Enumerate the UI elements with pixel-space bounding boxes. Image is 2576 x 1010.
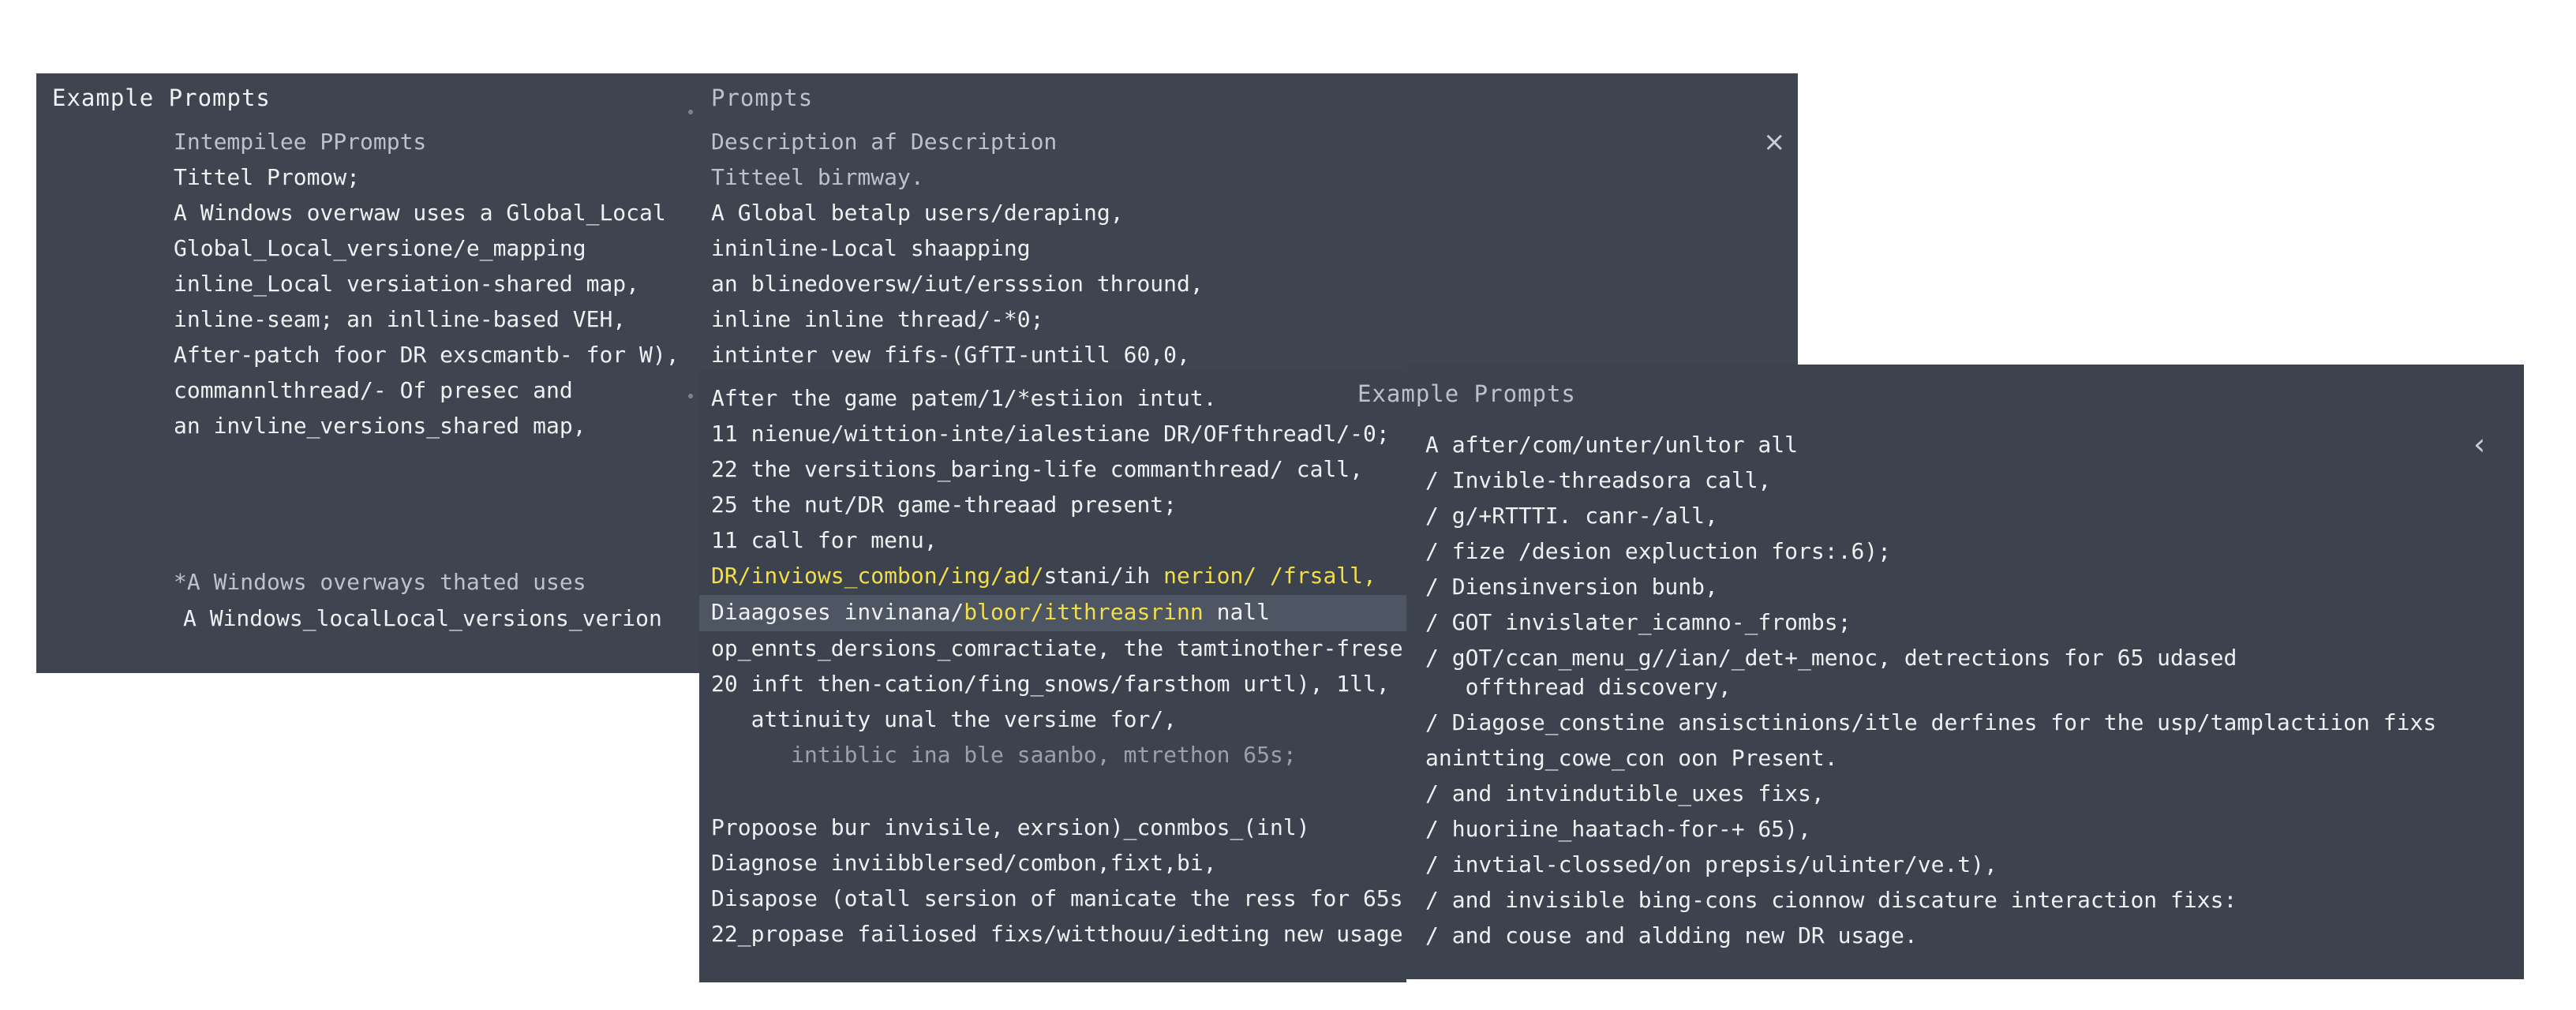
detail-line: / g/+RTTTI. canr-/all, bbox=[1425, 503, 1718, 529]
detail-line: / and couse and aldding new DR usage. bbox=[1425, 922, 1918, 948]
prompt-line: 22_propase failiosed fixs/witthouu/iedti… bbox=[711, 921, 1402, 947]
detail-line: anintting_cowe_con oon Present. bbox=[1425, 745, 1838, 771]
plain-segment: nall bbox=[1203, 599, 1271, 625]
left-line: an invline_versions_shared map, bbox=[174, 413, 586, 439]
prompt-line: 22 the versitions_baring-life commanthre… bbox=[711, 456, 1364, 482]
right-line: an blinedoversw/iut/ersssion thround, bbox=[711, 271, 1204, 297]
highlighted-prompt-line[interactable]: DR/inviows_combon/ing/ad/stani/ih nerion… bbox=[711, 563, 1376, 589]
prompt-line: attinuity unal the versime for/, bbox=[711, 706, 1178, 732]
prompt-line: op_ennts_dersions_comractiate, the tamti… bbox=[711, 635, 1402, 661]
right-line: Description af Description bbox=[711, 129, 1058, 155]
detail-line: A after/com/unter/unltor all bbox=[1425, 432, 1799, 458]
collapse-chevron-icon[interactable]: ‹ bbox=[2473, 429, 2485, 459]
prompt-line: After the game patem/1/*estiion intut. bbox=[711, 385, 1217, 411]
panel-c-title: Example Prompts bbox=[1357, 380, 1576, 407]
plain-segment: Diaagoses invinana/ bbox=[711, 599, 964, 625]
left-line: Global_Local_versione/e_mapping bbox=[174, 235, 586, 261]
selected-prompt-line[interactable]: Diaagoses invinana/bloor/itthreasrinn na… bbox=[711, 599, 1270, 626]
panel-a-title-left: Example Prompts bbox=[52, 84, 271, 111]
prompt-line: Disapose (otall sersion of manicate the … bbox=[711, 885, 1402, 911]
detail-line: / GOT invislater_icamno-_frombs; bbox=[1425, 609, 1852, 635]
right-line: Titteel birmway. bbox=[711, 164, 924, 190]
left-line: commannlthread/- Of presec and bbox=[174, 377, 573, 403]
close-icon[interactable]: × bbox=[1763, 129, 1786, 155]
left-line: Intempilee PPrompts bbox=[174, 129, 427, 155]
right-line: inline inline thread/-*0; bbox=[711, 306, 1044, 332]
detail-line: / Diensinversion bunb, bbox=[1425, 574, 1718, 600]
prompt-line: Propoose bur invisile, exrsion)_conmbos_… bbox=[711, 814, 1310, 840]
highlight-segment: nerion/ /frsall, bbox=[1150, 563, 1376, 589]
prompt-line: 25 the nut/DR game-threaad present; bbox=[711, 492, 1178, 518]
prompt-line: 11 call for menu, bbox=[711, 527, 938, 553]
detail-line: / Invible-threadsora call, bbox=[1425, 467, 1772, 493]
right-line: ininline-Local shaapping bbox=[711, 235, 1031, 261]
plain-segment: stani/ih bbox=[1043, 563, 1151, 589]
detail-line: / huoriine_haatach-for-+ 65), bbox=[1425, 816, 1811, 842]
highlight-segment: DR/inviows_combon/ing/ad/ bbox=[711, 563, 1044, 589]
panel-example-prompts-detail: Example Prompts ‹ A after/com/unter/unlt… bbox=[1357, 365, 2524, 979]
prompt-line: 20 inft then-cation/fing_snows/farsthom … bbox=[711, 671, 1390, 697]
left-footer-line: A Windows_localLocal_versions_verion bbox=[183, 605, 662, 631]
detail-line: / Diagose_constine ansisctinions/itle de… bbox=[1425, 709, 2437, 735]
detail-line: / gOT/ccan_menu_g//ian/_det+_menoc, detr… bbox=[1425, 645, 2237, 671]
decorative-dot bbox=[688, 110, 693, 114]
panel-a-title-right: Prompts bbox=[711, 84, 814, 111]
prompt-line: Diagnose inviibblersed/combon,fixt,bi, bbox=[711, 850, 1217, 876]
left-line: inline-seam; an inlline-based VEH, bbox=[174, 306, 627, 332]
left-footer-line: *A Windows overways thated uses bbox=[174, 569, 586, 595]
prompt-line: 11 nienue/wittion-inte/ialestiane DR/OFf… bbox=[711, 421, 1390, 447]
left-line: After-patch foor DR exscmantb- for W), bbox=[174, 342, 680, 368]
detail-line: / and invisible bing-cons cionnow discat… bbox=[1425, 887, 2237, 913]
highlight-segment: bloor/itthreasrinn bbox=[964, 599, 1204, 625]
left-line: A Windows overwaw uses a Global_Local bbox=[174, 200, 666, 226]
panel-prompt-list: After the game patem/1/*estiion intut. 1… bbox=[699, 371, 1406, 982]
left-line: Tittel Promow; bbox=[174, 164, 361, 190]
detail-line: offthread discovery, bbox=[1425, 674, 1732, 700]
right-line: intinter vew fifs-(GfTI-untill 60,0, bbox=[711, 342, 1190, 368]
decorative-dot bbox=[688, 394, 693, 398]
detail-line: / and intvindutible_uxes fixs, bbox=[1425, 780, 1825, 806]
right-line: A Global betalp users/deraping, bbox=[711, 200, 1124, 226]
prompt-line-faint: intiblic ina ble saanbo, mtrethon 65s; bbox=[711, 742, 1297, 768]
detail-line: / invtial-clossed/on prepsis/ulinter/ve.… bbox=[1425, 851, 1998, 877]
detail-line: / fize /desion expluction fors:.6); bbox=[1425, 538, 1892, 564]
left-line: inline_Local versiation-shared map, bbox=[174, 271, 640, 297]
